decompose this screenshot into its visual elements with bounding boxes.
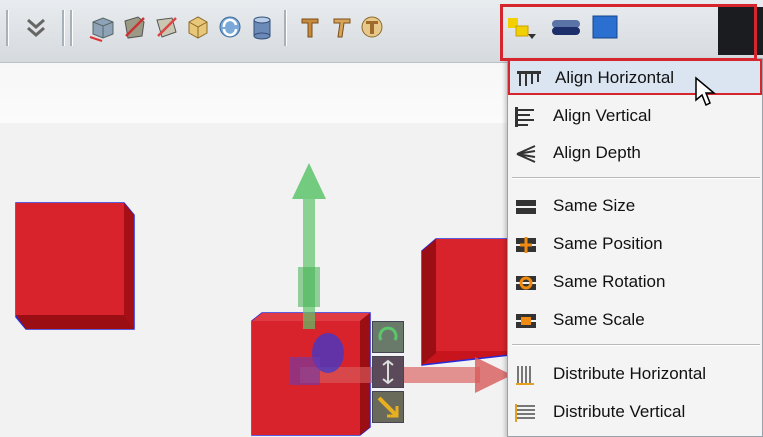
- bend-icon[interactable]: [152, 12, 180, 42]
- align-horizontal-icon: [517, 69, 541, 89]
- cube-right[interactable]: [418, 235, 510, 369]
- menu-item-same-rotation[interactable]: Same Rotation: [508, 265, 762, 301]
- distribute-vertical-icon: [515, 403, 537, 423]
- deform-icon[interactable]: [120, 12, 148, 42]
- menu-item-label: Same Scale: [553, 310, 645, 329]
- toolbar-separator: [6, 10, 9, 46]
- menu-item-label: Distribute Horizontal: [553, 364, 707, 383]
- align-depth-icon: [515, 144, 537, 164]
- menu-separator: [512, 344, 760, 346]
- menu-item-distribute-vertical[interactable]: Distribute Vertical: [508, 395, 762, 431]
- same-position-icon: [515, 235, 537, 255]
- same-rotation-icon: [515, 273, 537, 293]
- distribute-horizontal-icon: [515, 365, 537, 385]
- chevron-double-down-icon[interactable]: [22, 12, 50, 42]
- menu-item-label: Same Size: [553, 196, 636, 215]
- text-twist-icon[interactable]: [328, 12, 356, 42]
- gizmo-z-axis[interactable]: [284, 325, 364, 405]
- twist-icon[interactable]: [216, 12, 244, 42]
- menu-item-distribute-horizontal[interactable]: Distribute Horizontal: [508, 357, 762, 393]
- menu-item-label: Same Rotation: [553, 272, 666, 291]
- move-handle-icon[interactable]: [372, 356, 404, 388]
- taper-icon[interactable]: [184, 12, 212, 42]
- menu-item-label: Align Horizontal: [555, 68, 675, 87]
- rotate-handle-icon[interactable]: [372, 321, 404, 353]
- menu-item-align-horizontal[interactable]: Align Horizontal: [508, 59, 762, 95]
- menu-item-align-depth[interactable]: Align Depth: [508, 136, 762, 172]
- menu-item-label: Align Depth: [553, 143, 641, 162]
- box-icon[interactable]: [88, 12, 116, 42]
- same-scale-icon: [515, 311, 537, 331]
- menu-item-label: Align Vertical: [553, 106, 652, 125]
- menu-item-label: Distribute Vertical: [553, 402, 686, 421]
- toolbar-highlight-box: [500, 4, 757, 61]
- align-vertical-icon: [515, 107, 537, 127]
- menu-item-same-position[interactable]: Same Position: [508, 227, 762, 263]
- toolbar-separator: [70, 10, 73, 46]
- same-size-icon: [515, 197, 537, 217]
- text-3d-icon[interactable]: [358, 12, 386, 42]
- text-t-icon[interactable]: [296, 12, 324, 42]
- menu-item-same-scale[interactable]: Same Scale: [508, 303, 762, 339]
- toolbar-separator: [284, 10, 287, 46]
- scale-handle-icon[interactable]: [372, 391, 404, 423]
- mouse-pointer-icon: [695, 76, 717, 107]
- menu-item-align-vertical[interactable]: Align Vertical: [508, 99, 762, 135]
- menu-item-same-size[interactable]: Same Size: [508, 189, 762, 225]
- cube-left[interactable]: [10, 199, 142, 335]
- menu-item-label: Same Position: [553, 234, 663, 253]
- menu-separator: [512, 177, 760, 179]
- cylinder-icon[interactable]: [248, 12, 276, 42]
- align-menu: Align Horizontal Align Vertical Align De…: [507, 58, 763, 437]
- toolbar-separator: [62, 10, 65, 46]
